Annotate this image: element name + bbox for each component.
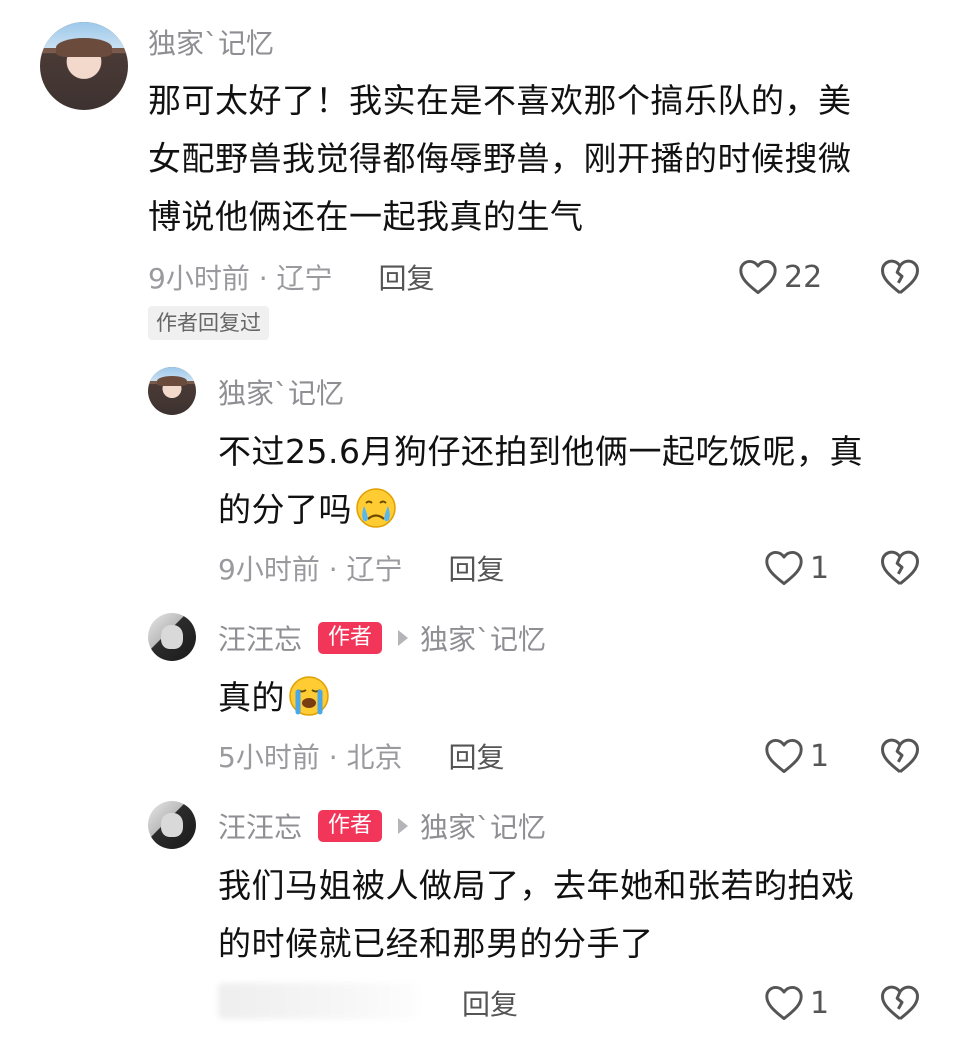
broken-heart-icon[interactable]: [880, 257, 920, 297]
reply-button[interactable]: 回复: [449, 736, 505, 776]
comment-text: 那可太好了！我实在是不喜欢那个搞乐队的，美 女配野兽我觉得都侮辱野兽，刚开播的时…: [148, 72, 852, 246]
heart-outline-icon: [765, 985, 803, 1021]
loudly-crying-face-emoji: [289, 676, 329, 716]
heart-outline-icon: [739, 259, 777, 295]
comment-text: 我们马姐被人做局了，去年她和张若昀拍戏 的时候就已经和那男的分手了: [218, 857, 855, 973]
comment-time-location: 5小时前 · 北京: [218, 741, 403, 774]
user-avatar[interactable]: [148, 613, 196, 661]
reply-to-username[interactable]: 独家`记忆: [420, 618, 546, 658]
comment-text-line: 不过25.6月狗仔还拍到他俩一起吃饭呢，真: [218, 432, 863, 471]
comment-text: 真的: [218, 669, 331, 727]
comment-text-line: 真的: [218, 678, 285, 717]
author-replied-tag: 作者回复过: [148, 306, 269, 340]
user-avatar[interactable]: [148, 367, 196, 415]
comment-text-line: 博说他俩还在一起我真的生气: [148, 197, 584, 236]
user-avatar[interactable]: [40, 22, 128, 110]
comment-time-location: 9小时前 · 辽宁: [218, 553, 403, 586]
like-button[interactable]: 22: [738, 257, 822, 297]
like-count: 1: [810, 550, 830, 586]
like-count: 1: [810, 985, 830, 1021]
broken-heart-icon[interactable]: [880, 983, 920, 1023]
username[interactable]: 汪汪忘: [218, 806, 302, 846]
username[interactable]: 独家`记忆: [148, 22, 274, 62]
reply-button[interactable]: 回复: [449, 548, 505, 588]
like-count: 1: [810, 738, 830, 774]
comment-text-line: 女配野兽我觉得都侮辱野兽，刚开播的时候搜微: [148, 139, 852, 178]
username[interactable]: 独家`记忆: [218, 372, 344, 412]
reply-arrow-icon: [398, 818, 409, 834]
reply-to-username[interactable]: 独家`记忆: [420, 806, 546, 846]
heart-outline-icon: [765, 738, 803, 774]
like-count: 22: [784, 259, 823, 295]
comment-text-line: 的分了吗: [218, 490, 352, 529]
comment-text-line: 我们马姐被人做局了，去年她和张若昀拍戏: [218, 866, 855, 905]
crying-face-emoji: [356, 488, 396, 528]
comment-time-location: 9小时前 · 辽宁: [148, 262, 333, 295]
author-badge: 作者: [318, 622, 383, 654]
heart-outline-icon: [765, 550, 803, 586]
author-badge: 作者: [318, 810, 383, 842]
username[interactable]: 汪汪忘: [218, 618, 302, 658]
comment-text: 不过25.6月狗仔还拍到他俩一起吃饭呢，真 的分了吗: [218, 423, 863, 539]
like-button[interactable]: 1: [764, 983, 829, 1023]
blurred-time-location: [218, 983, 418, 1019]
like-button[interactable]: 1: [764, 736, 829, 776]
user-avatar[interactable]: [148, 801, 196, 849]
broken-heart-icon[interactable]: [880, 736, 920, 776]
like-button[interactable]: 1: [764, 548, 829, 588]
broken-heart-icon[interactable]: [880, 548, 920, 588]
reply-button[interactable]: 回复: [379, 257, 435, 297]
comment-text-line: 的时候就已经和那男的分手了: [218, 924, 654, 963]
comment-text-line: 那可太好了！我实在是不喜欢那个搞乐队的，美: [148, 81, 852, 120]
reply-arrow-icon: [398, 630, 409, 646]
reply-button[interactable]: 回复: [462, 983, 518, 1023]
